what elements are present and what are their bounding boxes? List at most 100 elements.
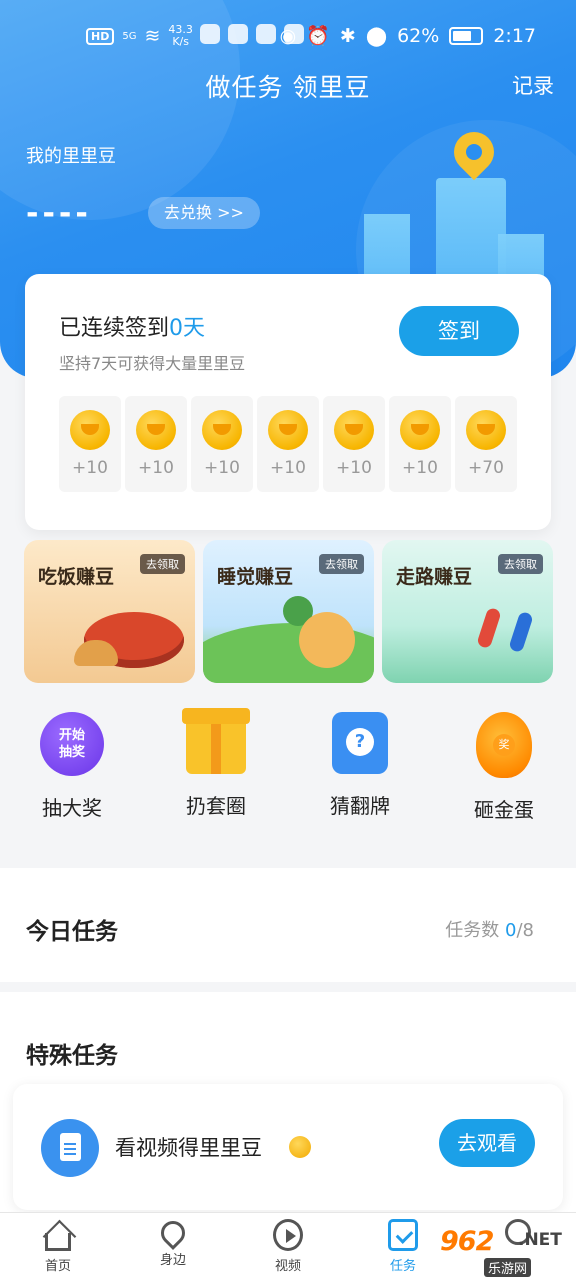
reward-amount: +10	[204, 458, 240, 478]
location-status-icon: ⬤	[365, 24, 388, 47]
tab-label: 首页	[44, 1259, 71, 1274]
reward-day: +70	[455, 396, 517, 492]
eye-icon: ◉	[279, 24, 297, 47]
record-link[interactable]: 记录	[512, 70, 554, 100]
tab-tasks[interactable]: 任务	[363, 1219, 443, 1274]
exchange-button[interactable]: 去兑换 >>	[148, 197, 260, 229]
game-flip-card[interactable]: ? 猜翻牌	[300, 712, 420, 819]
special-task-card: 看视频得里里豆 去观看	[13, 1084, 563, 1210]
game-golden-egg[interactable]: 奖 砸金蛋	[444, 712, 564, 823]
tab-video[interactable]: 视频	[248, 1219, 328, 1274]
status-bar: HD 5G ≋ 43.3 K/s ◉ ⏰ ✱ ⬤ 62% 2:17	[0, 18, 576, 58]
reward-day: +10	[257, 396, 319, 492]
signin-rewards: +10 +10 +10 +10 +10 +10 +70	[59, 396, 517, 492]
app-notification-icon	[200, 24, 220, 44]
claim-tag: 去领取	[319, 554, 364, 574]
section-title: 特殊任务	[26, 1043, 118, 1069]
task-icon	[388, 1219, 418, 1251]
signin-streak-label: 已连续签到	[59, 316, 170, 341]
reward-amount: +10	[336, 458, 372, 478]
claim-tag: 去领取	[498, 554, 543, 574]
bean-coin-icon	[466, 410, 506, 450]
tab-nearby[interactable]: 身边	[133, 1216, 213, 1268]
my-beans-label: 我的里里豆	[26, 146, 116, 167]
battery-percent: 62%	[397, 24, 440, 47]
today-tasks-section: 今日任务 任务数 0/8	[0, 868, 576, 982]
hd-indicator: HD	[86, 27, 115, 45]
reward-amount: +70	[468, 458, 504, 478]
question-mark: ?	[346, 728, 374, 756]
earn-card-sleep[interactable]: 睡觉赚豆 去领取	[203, 540, 374, 683]
task-count-total: /8	[516, 920, 534, 941]
game-label: 砸金蛋	[474, 798, 534, 822]
signin-button[interactable]: 签到	[399, 306, 519, 356]
app-notification-icon	[228, 24, 248, 44]
bean-coin-icon	[136, 410, 176, 450]
game-ring-toss[interactable]: 扔套圈	[156, 708, 276, 819]
tab-label: 视频	[274, 1259, 301, 1274]
task-count: 任务数 0/8	[445, 916, 534, 942]
bean-coin-icon	[334, 410, 374, 450]
reward-day: +10	[125, 396, 187, 492]
page-title: 做任务 领里豆	[205, 73, 371, 102]
site-watermark: 962 .NET 乐游网	[436, 1224, 576, 1280]
runner-illustration	[476, 606, 502, 650]
signin-card: 已连续签到0天 坚持7天可获得大量里里豆 签到 +10 +10 +10 +10 …	[25, 274, 551, 530]
tab-home[interactable]: 首页	[18, 1219, 98, 1274]
task-count-done: 0	[505, 920, 517, 941]
watermark-logo: 962	[440, 1226, 494, 1257]
signin-streak-days: 0天	[169, 316, 206, 341]
claim-tag: 去领取	[140, 554, 185, 574]
reward-amount: +10	[270, 458, 306, 478]
bluetooth-icon: ✱	[339, 24, 356, 47]
bean-coin-icon	[400, 410, 440, 450]
watermark-sub: 乐游网	[484, 1258, 532, 1277]
reward-day: +10	[389, 396, 451, 492]
earn-title: 睡觉赚豆	[217, 566, 294, 588]
home-icon	[45, 1233, 71, 1251]
lottery-icon: 开始 抽奖	[40, 712, 104, 776]
bean-coin-icon	[70, 410, 110, 450]
reward-day: +10	[323, 396, 385, 492]
reward-day: +10	[59, 396, 121, 492]
signin-subtitle: 坚持7天可获得大量里里豆	[59, 354, 246, 373]
special-task-label: 看视频得里里豆	[115, 1136, 262, 1160]
reward-day: +10	[191, 396, 253, 492]
card-question-icon: ?	[332, 712, 388, 774]
bean-coin-icon	[289, 1136, 311, 1158]
alarm-icon: ⏰	[306, 25, 330, 47]
reward-amount: +10	[402, 458, 438, 478]
special-tasks-section: 特殊任务 看视频得里里豆 去观看	[0, 992, 576, 1222]
watch-video-button[interactable]: 去观看	[439, 1119, 535, 1167]
section-title: 今日任务	[26, 919, 118, 945]
game-label: 猜翻牌	[330, 794, 390, 818]
gift-box-icon	[182, 708, 250, 774]
bean-coin-icon	[268, 410, 308, 450]
egg-badge: 奖	[493, 734, 515, 756]
earn-card-eat[interactable]: 吃饭赚豆 去领取	[24, 540, 195, 683]
earn-title: 走路赚豆	[396, 566, 473, 588]
signal-type: 5G	[122, 30, 137, 42]
tab-label: 身边	[159, 1253, 186, 1268]
game-label: 抽大奖	[42, 796, 102, 820]
game-label: 扔套圈	[186, 794, 246, 818]
runner-illustration	[508, 610, 534, 654]
reward-amount: +10	[72, 458, 108, 478]
earn-title: 吃饭赚豆	[38, 566, 115, 588]
earn-card-walk[interactable]: 走路赚豆 去领取	[382, 540, 553, 683]
document-icon	[41, 1119, 99, 1177]
clock: 2:17	[493, 24, 536, 47]
game-lottery[interactable]: 开始 抽奖 抽大奖	[12, 712, 132, 821]
signin-streak: 已连续签到0天	[59, 310, 205, 342]
play-icon	[273, 1219, 303, 1251]
network-speed: 43.3 K/s	[168, 24, 193, 48]
battery-icon	[449, 26, 484, 45]
bean-coin-icon	[202, 410, 242, 450]
speed-unit: K/s	[172, 35, 189, 48]
sleeping-bean-illustration	[299, 612, 355, 668]
lottery-badge-line: 抽奖	[58, 745, 85, 760]
wifi-icon: ≋	[144, 25, 161, 47]
earn-cards: 吃饭赚豆 去领取 睡觉赚豆 去领取 走路赚豆 去领取	[24, 540, 553, 683]
beans-balance: ----	[26, 196, 92, 231]
location-icon	[156, 1216, 190, 1250]
